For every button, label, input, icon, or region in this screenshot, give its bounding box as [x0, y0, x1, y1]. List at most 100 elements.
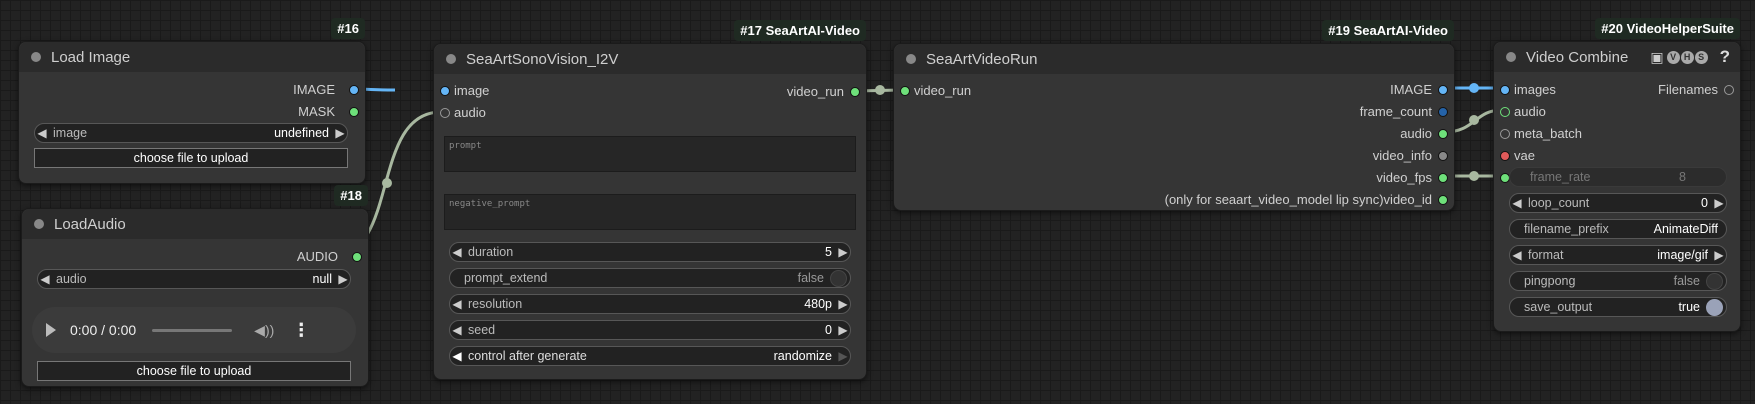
node-header[interactable]: SeaArtVideoRun	[894, 44, 1454, 74]
control-after-generate-combo[interactable]: ◀ control after generate randomize ▶	[449, 346, 851, 366]
output-slot-video-run[interactable]	[850, 87, 860, 97]
output-slot-video-info[interactable]	[1438, 151, 1448, 161]
widget-value: undefined	[274, 126, 329, 140]
toggle-knob-icon[interactable]	[830, 269, 847, 287]
widget-label: pingpong	[1524, 274, 1576, 288]
widget-label: audio	[56, 272, 87, 286]
node-header[interactable]: SeaArtSonoVision_I2V	[434, 44, 866, 74]
toggle-knob-icon[interactable]	[1706, 272, 1723, 290]
play-icon[interactable]	[46, 323, 56, 337]
vhs-tag: ▣ V H S ?	[1650, 47, 1730, 67]
output-label-video-id: (only for seaart_video_model lip sync)vi…	[1164, 192, 1432, 207]
input-slot-vae[interactable]	[1500, 151, 1510, 161]
toggle-knob-icon[interactable]	[1706, 298, 1723, 316]
output-slot-image[interactable]	[349, 85, 359, 95]
load-image-node[interactable]: #16 Load Image IMAGE MASK ◀ image undefi…	[18, 18, 366, 184]
node-id-badge: #19 SeaArtAI-Video	[1322, 20, 1454, 41]
arrow-left-icon[interactable]: ◀	[450, 349, 464, 363]
arrow-right-icon[interactable]: ▶	[836, 245, 850, 259]
arrow-left-icon[interactable]: ◀	[1510, 196, 1524, 210]
node-header[interactable]: Load Image	[19, 42, 365, 72]
arrow-right-icon[interactable]: ▶	[1712, 196, 1726, 210]
node-header[interactable]: LoadAudio	[22, 209, 368, 239]
arrow-left-icon[interactable]: ◀	[1510, 248, 1524, 262]
arrow-left-icon[interactable]: ◀	[450, 245, 464, 259]
input-slot-image[interactable]	[440, 86, 450, 96]
vhs-letter-s: S	[1694, 50, 1708, 64]
image-combo[interactable]: ◀ image undefined ▶	[34, 123, 348, 143]
arrow-right-icon[interactable]: ▶	[1712, 248, 1726, 262]
input-slot-audio[interactable]	[1500, 107, 1510, 117]
prompt-textarea[interactable]: prompt	[444, 136, 856, 172]
negative-prompt-textarea[interactable]: negative_prompt	[444, 194, 856, 230]
collapse-dot-icon[interactable]	[446, 54, 456, 64]
choose-file-button[interactable]: choose file to upload	[37, 361, 351, 381]
output-label-image: IMAGE	[1390, 82, 1432, 97]
arrow-left-icon[interactable]: ◀	[35, 126, 49, 140]
widget-label: prompt_extend	[464, 271, 548, 285]
seek-bar[interactable]	[152, 328, 233, 332]
widget-value: 5	[825, 245, 832, 259]
collapse-dot-icon[interactable]	[31, 52, 41, 62]
input-slot-meta-batch[interactable]	[1500, 129, 1510, 139]
output-slot-mask[interactable]	[349, 107, 359, 117]
output-slot-frame-count[interactable]	[1438, 107, 1448, 117]
node-title: SeaArtVideoRun	[926, 50, 1038, 68]
output-slot-video-id[interactable]	[1438, 195, 1448, 205]
filename-prefix-text[interactable]: filename_prefix AnimateDiff	[1509, 219, 1727, 239]
output-slot-audio[interactable]	[352, 252, 362, 262]
choose-file-button[interactable]: choose file to upload	[34, 148, 348, 168]
collapse-dot-icon[interactable]	[1506, 52, 1516, 62]
format-combo[interactable]: ◀ format image/gif ▶	[1509, 245, 1727, 265]
node-id-badge: #18	[334, 185, 368, 206]
sonovision-node[interactable]: #17 SeaArtAI-Video SeaArtSonoVision_I2V …	[433, 20, 867, 380]
collapse-dot-icon[interactable]	[34, 219, 44, 229]
output-slot-video-fps[interactable]	[1438, 173, 1448, 183]
widget-label: filename_prefix	[1524, 222, 1609, 236]
arrow-left-icon[interactable]: ◀	[450, 323, 464, 337]
video-combine-node[interactable]: #20 VideoHelperSuite Video Combine ▣ V H…	[1493, 18, 1741, 332]
widget-value: false	[797, 271, 824, 285]
output-label-audio: audio	[1400, 126, 1432, 141]
output-slot-filenames[interactable]	[1724, 85, 1734, 95]
output-label-video-run: video_run	[786, 84, 844, 99]
seed-number[interactable]: ◀ seed 0 ▶	[449, 320, 851, 340]
videorun-node[interactable]: #19 SeaArtAI-Video SeaArtVideoRun video_…	[893, 20, 1455, 211]
prompt-extend-toggle[interactable]: prompt_extend false	[449, 268, 851, 288]
collapse-dot-icon[interactable]	[906, 54, 916, 64]
volume-icon[interactable]: ◀))	[254, 322, 274, 339]
frame-rate-number[interactable]: frame_rate 8	[1509, 167, 1727, 187]
input-slot-images[interactable]	[1500, 85, 1510, 95]
player-time: 0:00 / 0:00	[70, 322, 137, 338]
widget-value: AnimateDiff	[1653, 222, 1718, 236]
widget-label: save_output	[1524, 300, 1593, 314]
widget-label: loop_count	[1528, 196, 1590, 210]
duration-number[interactable]: ◀ duration 5 ▶	[449, 242, 851, 262]
input-label-image: image	[454, 83, 490, 98]
resolution-combo[interactable]: ◀ resolution 480p ▶	[449, 294, 851, 314]
arrow-right-icon[interactable]: ▶	[836, 323, 850, 337]
arrow-left-icon[interactable]: ◀	[38, 272, 52, 286]
output-slot-audio[interactable]	[1438, 129, 1448, 139]
link-midpoint	[1469, 171, 1479, 181]
input-slot-video-run[interactable]	[900, 86, 910, 96]
arrow-left-icon[interactable]: ◀	[450, 297, 464, 311]
help-icon[interactable]: ?	[1720, 47, 1730, 67]
widget-label: resolution	[468, 297, 523, 311]
arrow-right-icon[interactable]: ▶	[333, 126, 347, 140]
output-slot-image[interactable]	[1438, 85, 1448, 95]
widget-value: 0	[1701, 196, 1708, 210]
save-output-toggle[interactable]: save_output true	[1509, 297, 1727, 317]
arrow-right-icon[interactable]: ▶	[336, 272, 350, 286]
widget-label: duration	[468, 245, 514, 259]
pingpong-toggle[interactable]: pingpong false	[1509, 271, 1727, 291]
load-audio-node[interactable]: #18 LoadAudio AUDIO ◀ audio null ▶ 0:00 …	[21, 185, 369, 387]
loop-count-number[interactable]: ◀ loop_count 0 ▶	[1509, 193, 1727, 213]
arrow-right-icon[interactable]: ▶	[836, 349, 850, 363]
audio-combo[interactable]: ◀ audio null ▶	[37, 269, 351, 289]
input-slot-audio[interactable]	[440, 108, 450, 118]
arrow-right-icon[interactable]: ▶	[836, 297, 850, 311]
more-options-icon[interactable]: ⋮	[292, 321, 310, 339]
audio-player[interactable]: 0:00 / 0:00 ◀)) ⋮	[32, 307, 356, 353]
node-header[interactable]: Video Combine ▣ V H S ?	[1494, 42, 1740, 72]
